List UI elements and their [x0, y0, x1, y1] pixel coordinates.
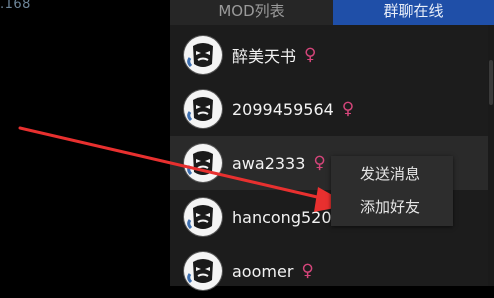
female-icon: ♀	[304, 44, 317, 65]
avatar-icon	[184, 36, 222, 74]
username: 2099459564	[232, 99, 334, 119]
scrollbar-thumb[interactable]	[489, 60, 493, 105]
avatar-icon	[184, 90, 222, 128]
username: 醉美天书	[232, 47, 297, 66]
female-icon: ♀	[301, 260, 314, 281]
username: awa2333	[232, 153, 306, 173]
tab-group-online[interactable]: 群聊在线	[333, 0, 494, 25]
avatar-icon	[184, 252, 222, 290]
female-icon: ♀	[341, 98, 355, 119]
user-row[interactable]: 醉美天书 ♀	[170, 28, 488, 82]
avatar-icon	[184, 144, 222, 182]
tab-bar: MOD列表 群聊在线	[170, 0, 494, 25]
context-menu: 发送消息 添加好友	[331, 156, 453, 226]
menu-item-send-message[interactable]: 发送消息	[331, 158, 453, 191]
avatar-icon	[184, 198, 222, 236]
online-chat-panel: MOD列表 群聊在线 醉美天书 ♀ 2099459564 ♀ awa2333 ♀…	[170, 0, 494, 290]
menu-item-add-friend[interactable]: 添加好友	[331, 191, 453, 224]
female-icon: ♀	[313, 152, 326, 173]
scrollbar[interactable]	[488, 25, 494, 286]
username: hancong520	[232, 207, 332, 227]
tab-mod-list[interactable]: MOD列表	[170, 0, 333, 25]
user-row[interactable]: aoomer ♀	[170, 244, 488, 298]
username: aoomer	[232, 261, 294, 281]
ip-address-fragment: .168	[0, 0, 31, 12]
user-row[interactable]: 2099459564 ♀	[170, 82, 488, 136]
